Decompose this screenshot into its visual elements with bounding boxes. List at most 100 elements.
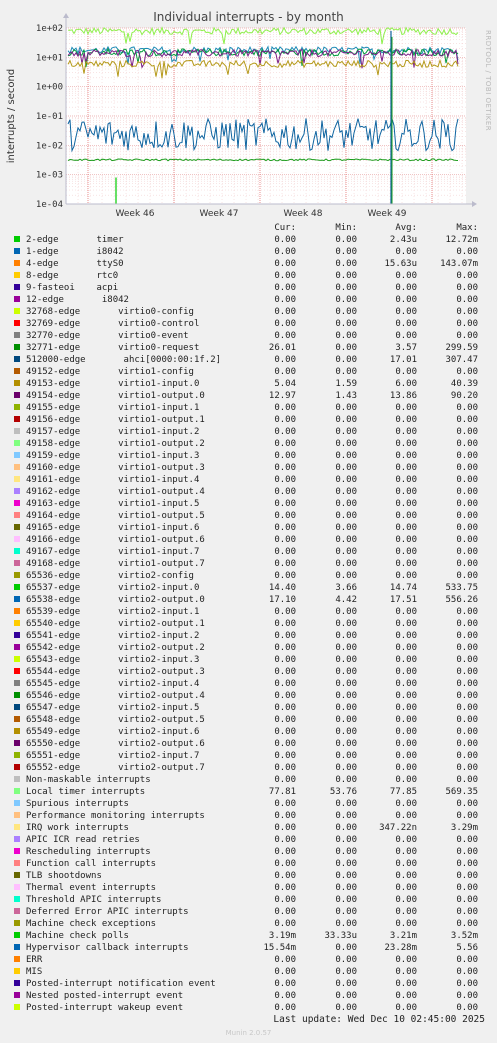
legend-min: 0.00	[335, 559, 357, 569]
legend-swatch	[14, 656, 20, 662]
legend-cur: 0.00	[274, 319, 296, 329]
legend-cur: 0.00	[274, 859, 296, 869]
legend-cur: 0.00	[274, 355, 296, 365]
legend-header: Cur: Min: Avg: Max:	[14, 222, 490, 234]
legend-row: 65544-edge virtio2-output.3 0.00 0.00 0.00 0…	[14, 666, 490, 678]
legend-max: 0.00	[456, 835, 478, 845]
legend-label: 12-edge i8042	[26, 295, 129, 305]
legend-swatch	[14, 356, 20, 362]
legend-max: 0.00	[456, 1003, 478, 1013]
header-cur: Cur:	[274, 223, 296, 233]
legend-max: 0.00	[456, 559, 478, 569]
legend-label: 65548-edge virtio2-output.5	[26, 715, 205, 725]
legend-cur: 0.00	[274, 535, 296, 545]
legend-row: 49156-edge virtio1-output.1 0.00 0.00 0.00 0…	[14, 414, 490, 426]
legend-label: Performance monitoring interrupts	[26, 811, 205, 821]
legend-cur: 14.40	[268, 583, 296, 593]
legend-min: 0.00	[335, 427, 357, 437]
legend-label: Function call interrupts	[26, 859, 157, 869]
legend-swatch	[14, 716, 20, 722]
legend-cur: 0.00	[274, 247, 296, 257]
legend-min: 0.00	[335, 835, 357, 845]
legend-row: 1-edge i8042 0.00 0.00 0.00 0.00	[14, 246, 490, 258]
legend-min: 53.76	[329, 787, 357, 797]
legend-avg: 0.00	[395, 499, 417, 509]
legend-cur: 0.00	[274, 727, 296, 737]
legend-max: 0.00	[456, 919, 478, 929]
legend-min: 0.00	[335, 943, 357, 953]
legend-row: Performance monitoring interrupts 0.00 0.0…	[14, 810, 490, 822]
legend-max: 0.00	[456, 631, 478, 641]
legend-label: 49167-edge virtio1-input.7	[26, 547, 200, 557]
legend-min: 0.00	[335, 367, 357, 377]
legend-swatch	[14, 980, 20, 986]
legend-swatch	[14, 272, 20, 278]
legend-row: 9-fasteoi acpi 0.00 0.00 0.00 0.00	[14, 282, 490, 294]
legend-row: 65543-edge virtio2-input.3 0.00 0.00 0.00 0.…	[14, 654, 490, 666]
interrupts-chart: 1e+02 1e+01 1e+00 1e-01 1e-02 1e-03 1e-04 Week …	[6, 13, 477, 219]
legend-swatch	[14, 368, 20, 374]
legend-avg: 0.00	[395, 955, 417, 965]
legend-min: 0.00	[335, 619, 357, 629]
legend-min: 0.00	[335, 751, 357, 761]
legend-avg: 17.51	[389, 595, 417, 605]
legend-swatch	[14, 404, 20, 410]
legend-avg: 0.00	[395, 739, 417, 749]
legend-min: 0.00	[335, 979, 357, 989]
legend-avg: 0.00	[395, 679, 417, 689]
legend-avg: 0.00	[395, 439, 417, 449]
legend-min: 0.00	[335, 415, 357, 425]
legend-row: Posted-interrupt notification event 0.00 0…	[14, 978, 490, 990]
legend-min: 0.00	[335, 955, 357, 965]
legend-min: 0.00	[335, 235, 357, 245]
legend-max: 0.00	[456, 451, 478, 461]
legend-cur: 0.00	[274, 679, 296, 689]
legend-row: Hypervisor callback interrupts 15.54m 0.00…	[14, 942, 490, 954]
legend-row: 49157-edge virtio1-input.2 0.00 0.00 0.00 0.…	[14, 426, 490, 438]
legend-swatch	[14, 560, 20, 566]
legend-swatch	[14, 752, 20, 758]
legend-cur: 0.00	[274, 295, 296, 305]
legend-avg: 0.00	[395, 247, 417, 257]
header-max: Max:	[456, 223, 478, 233]
legend-row: Function call interrupts 0.00 0.00 0.00 0.00	[14, 858, 490, 870]
legend-min: 0.00	[335, 655, 357, 665]
legend-row: Machine check polls 3.19m 33.33u 3.21m 3.52m	[14, 930, 490, 942]
legend-avg: 0.00	[395, 775, 417, 785]
legend-row: 32768-edge virtio0-config 0.00 0.00 0.00 0.0…	[14, 306, 490, 318]
legend-avg: 17.01	[389, 355, 417, 365]
legend-swatch	[14, 488, 20, 494]
legend-min: 0.00	[335, 799, 357, 809]
legend-max: 0.00	[456, 463, 478, 473]
legend-max: 0.00	[456, 871, 478, 881]
x-tick-label: Week 49	[368, 209, 407, 219]
legend-swatch	[14, 740, 20, 746]
legend-swatch	[14, 308, 20, 314]
legend-label: Thermal event interrupts	[26, 883, 157, 893]
legend-label: 49152-edge virtio1-config	[26, 367, 194, 377]
legend-row: APIC ICR read retries 0.00 0.00 0.00 0.00	[14, 834, 490, 846]
legend-cur: 0.00	[274, 871, 296, 881]
legend-min: 0.00	[335, 307, 357, 317]
legend-max: 0.00	[456, 307, 478, 317]
legend-row: 49160-edge virtio1-output.3 0.00 0.00 0.00 0…	[14, 462, 490, 474]
legend-max: 0.00	[456, 727, 478, 737]
legend-row: Threshold APIC interrupts 0.00 0.00 0.00 0.0…	[14, 894, 490, 906]
legend-swatch	[14, 836, 20, 842]
legend-rows: 2-edge timer 0.00 0.00 2.43u 12.72m 1-edge i8…	[14, 234, 490, 1014]
legend-label: 49165-edge virtio1-input.6	[26, 523, 200, 533]
legend-swatch	[14, 872, 20, 878]
legend-min: 0.00	[335, 355, 357, 365]
legend-min: 0.00	[335, 967, 357, 977]
legend-label: 65540-edge virtio2-output.1	[26, 619, 205, 629]
y-tick-label: 1e+02	[36, 24, 63, 34]
legend-table: Cur: Min: Avg: Max: 2-edge timer 0.00 0.00…	[14, 222, 490, 1014]
legend-avg: 0.00	[395, 715, 417, 725]
legend-max: 0.00	[456, 907, 478, 917]
legend-label: 65547-edge virtio2-input.5	[26, 703, 200, 713]
legend-swatch	[14, 908, 20, 914]
munin-version: Munin 2.0.57	[225, 1029, 272, 1037]
legend-row: 49153-edge virtio1-input.0 5.04 1.59 6.00 40…	[14, 378, 490, 390]
legend-cur: 0.00	[274, 499, 296, 509]
legend-label: Spurious interrupts	[26, 799, 129, 809]
